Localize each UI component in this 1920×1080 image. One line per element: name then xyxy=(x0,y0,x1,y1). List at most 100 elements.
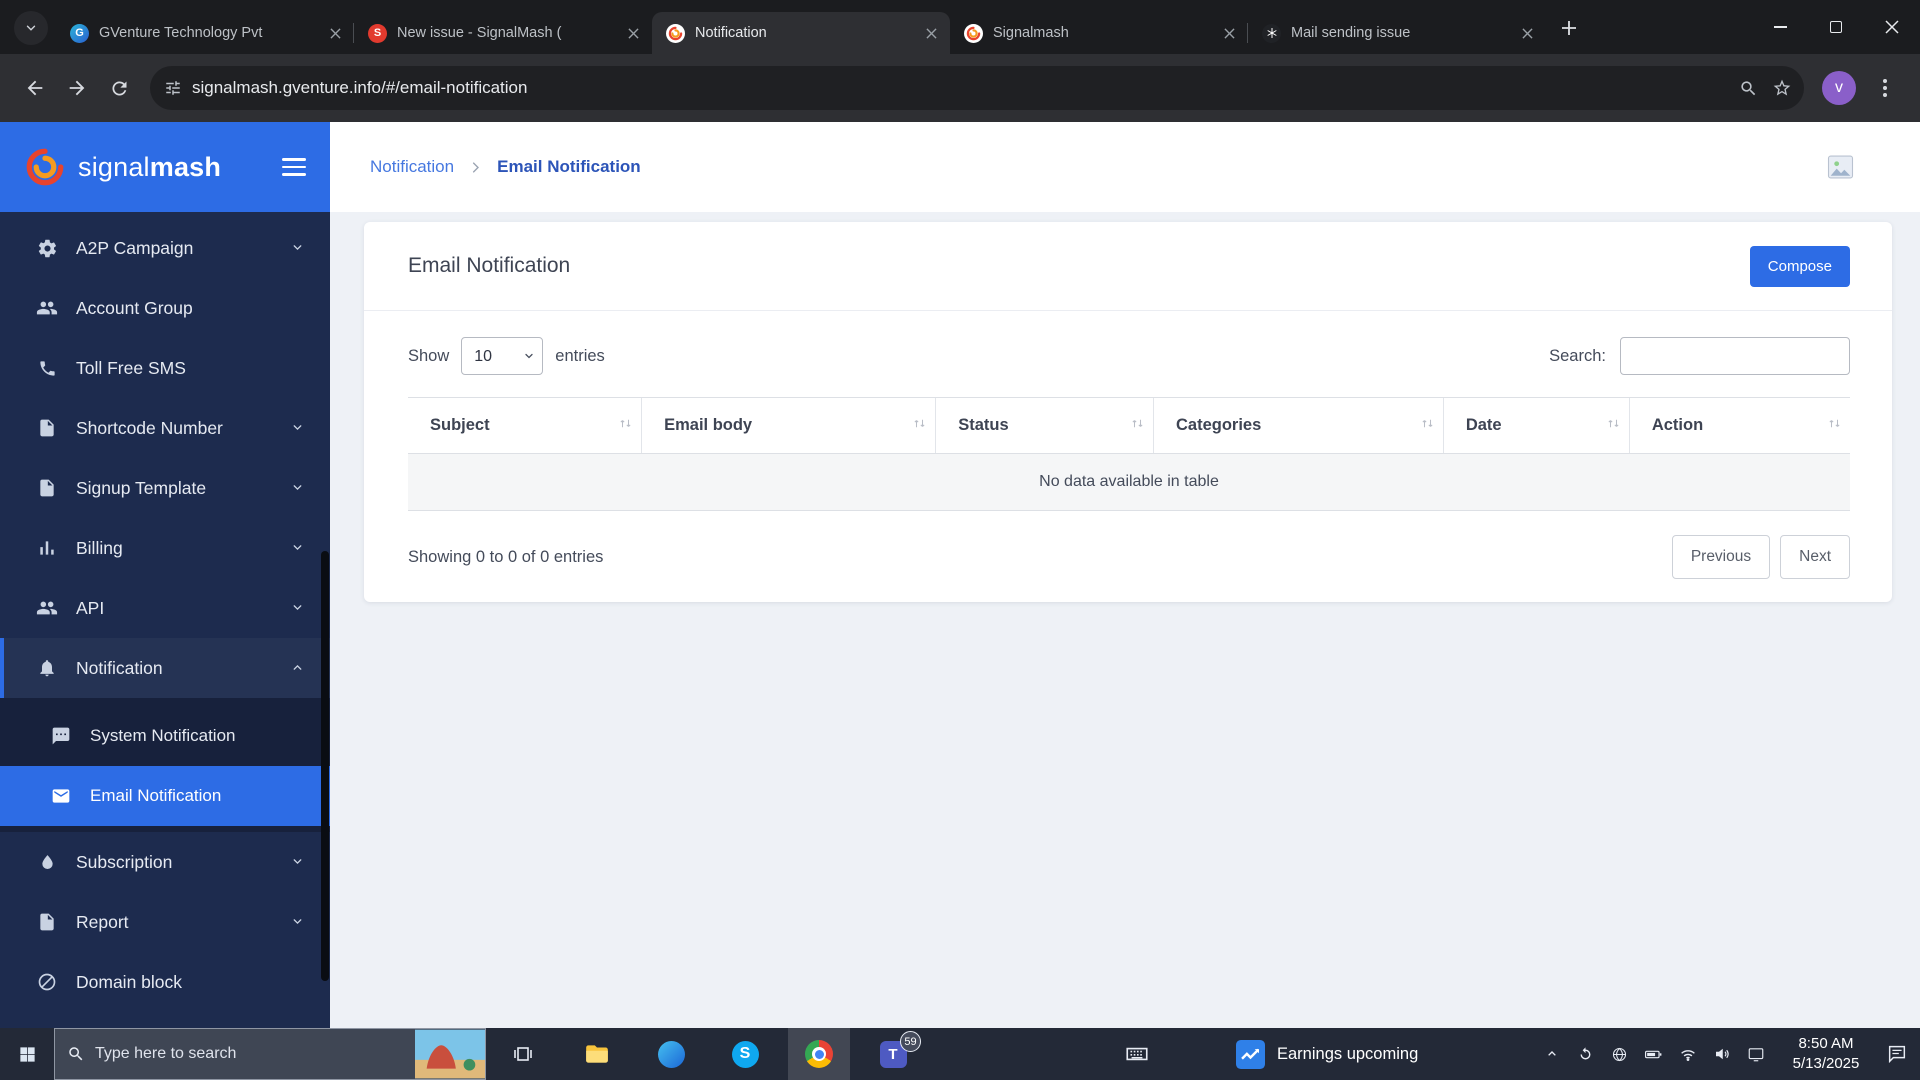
site-info-icon[interactable] xyxy=(164,79,182,97)
taskbar-search-box[interactable] xyxy=(54,1028,486,1080)
sidebar-item-api[interactable]: API xyxy=(0,578,330,638)
bell-icon xyxy=(36,657,58,679)
column-header-date[interactable]: Date xyxy=(1443,398,1629,454)
sidebar-item-label: Billing xyxy=(76,538,123,559)
signalmash-red-favicon-icon: S xyxy=(368,24,387,43)
sidebar-item-domain-block[interactable]: Domain block xyxy=(0,952,330,1012)
action-center-button[interactable] xyxy=(1883,1041,1910,1068)
profile-image-icon[interactable] xyxy=(1827,155,1854,179)
browser-tab-signalmash[interactable]: Signalmash xyxy=(950,12,1248,54)
new-tab-button[interactable] xyxy=(1552,11,1586,45)
url-text: signalmash.gventure.info/#/email-notific… xyxy=(192,78,1739,98)
tab-close-icon[interactable] xyxy=(1516,22,1538,44)
chevron-down-icon xyxy=(291,538,304,559)
network-globe-icon[interactable] xyxy=(1606,1041,1633,1068)
taskbar-search-input[interactable] xyxy=(95,1045,415,1063)
omnibox-actions xyxy=(1739,78,1792,98)
volume-icon[interactable] xyxy=(1708,1041,1735,1068)
browser-tab-new-issue[interactable]: S New issue - SignalMash ( xyxy=(354,12,652,54)
task-view-button[interactable] xyxy=(492,1028,554,1080)
tab-close-icon[interactable] xyxy=(324,22,346,44)
column-header-status[interactable]: Status xyxy=(936,398,1154,454)
email-notification-card: Email Notification Compose Show 10 entri… xyxy=(364,222,1892,602)
sort-icon xyxy=(1420,416,1435,436)
sidebar-item-billing[interactable]: Billing xyxy=(0,518,330,578)
browser-profile-avatar[interactable]: v xyxy=(1822,71,1856,105)
update-tray-icon[interactable] xyxy=(1572,1041,1599,1068)
sidebar-item-email-notification[interactable]: Email Notification xyxy=(0,766,330,826)
teams-button[interactable]: T 59 xyxy=(862,1028,924,1080)
sidebar-item-a2p-campaign[interactable]: A2P Campaign xyxy=(0,218,330,278)
clock-date: 5/13/2025 xyxy=(1776,1054,1876,1074)
hamburger-menu-icon[interactable] xyxy=(282,158,306,176)
browser-menu-button[interactable] xyxy=(1864,79,1906,97)
wifi-icon[interactable] xyxy=(1674,1041,1701,1068)
sidebar-item-notification[interactable]: Notification xyxy=(0,638,330,698)
start-button[interactable] xyxy=(0,1028,54,1080)
tab-title: Signalmash xyxy=(993,25,1218,41)
gear-icon xyxy=(36,237,58,259)
column-header-categories[interactable]: Categories xyxy=(1153,398,1443,454)
file-explorer-button[interactable] xyxy=(566,1028,628,1080)
browser-toolbar: signalmash.gventure.info/#/email-notific… xyxy=(0,54,1920,122)
window-maximize-button[interactable] xyxy=(1808,0,1864,54)
sidebar-item-report[interactable]: Report xyxy=(0,892,330,952)
sidebar-item-system-notification[interactable]: System Notification xyxy=(0,706,330,766)
breadcrumb-parent[interactable]: Notification xyxy=(370,157,454,177)
browser-tab-mail-issue[interactable]: Mail sending issue xyxy=(1248,12,1546,54)
tab-close-icon[interactable] xyxy=(920,22,942,44)
column-header-subject[interactable]: Subject xyxy=(408,398,642,454)
users-icon xyxy=(36,297,58,319)
card-footer: Showing 0 to 0 of 0 entries Previous Nex… xyxy=(364,511,1892,579)
tablet-icon[interactable] xyxy=(1742,1041,1769,1068)
sidebar-item-toll-free-sms[interactable]: Toll Free SMS xyxy=(0,338,330,398)
chevron-down-icon xyxy=(291,418,304,439)
sidebar-item-label: API xyxy=(76,598,104,619)
table-wrap: Subject Email body Status Categories Dat… xyxy=(408,397,1850,511)
sort-icon xyxy=(1606,416,1621,436)
column-header-action[interactable]: Action xyxy=(1629,398,1850,454)
bookmark-star-icon[interactable] xyxy=(1772,78,1792,98)
chrome-button[interactable] xyxy=(788,1028,850,1080)
battery-icon[interactable] xyxy=(1640,1041,1667,1068)
reload-button[interactable] xyxy=(98,67,140,109)
forward-button[interactable] xyxy=(56,67,98,109)
window-controls xyxy=(1752,0,1920,54)
search-highlight-image[interactable] xyxy=(415,1029,485,1079)
next-page-button[interactable]: Next xyxy=(1780,535,1850,579)
tab-close-icon[interactable] xyxy=(1218,22,1240,44)
tab-close-icon[interactable] xyxy=(622,22,644,44)
sidebar-scrollbar-thumb[interactable] xyxy=(321,551,329,981)
address-bar[interactable]: signalmash.gventure.info/#/email-notific… xyxy=(150,66,1804,110)
sidebar-item-shortcode-number[interactable]: Shortcode Number xyxy=(0,398,330,458)
browser-tab-notification-active[interactable]: Notification xyxy=(652,12,950,54)
logo-block: signalmash xyxy=(0,122,330,212)
sidebar-item-signup-template[interactable]: Signup Template xyxy=(0,458,330,518)
empty-table-row: No data available in table xyxy=(408,454,1850,511)
sidebar-item-label: Account Group xyxy=(76,298,193,319)
table-search-input[interactable] xyxy=(1620,337,1850,375)
touch-keyboard-button[interactable] xyxy=(1108,1028,1166,1080)
edge-button[interactable] xyxy=(640,1028,702,1080)
previous-page-button[interactable]: Previous xyxy=(1672,535,1770,579)
tab-search-button[interactable] xyxy=(14,11,48,45)
widgets-button[interactable]: Earnings upcoming xyxy=(1226,1028,1428,1080)
task-view-icon xyxy=(511,1042,535,1066)
sidebar-item-subscription[interactable]: Subscription xyxy=(0,832,330,892)
compose-button[interactable]: Compose xyxy=(1750,246,1850,287)
page-size-select[interactable]: 10 xyxy=(461,337,543,375)
skype-button[interactable]: S xyxy=(714,1028,776,1080)
window-close-button[interactable] xyxy=(1864,0,1920,54)
file-icon xyxy=(36,911,58,933)
sidebar: signalmash A2P Campaign Account Group To… xyxy=(0,122,330,1028)
zoom-icon[interactable] xyxy=(1739,79,1758,98)
column-header-email-body[interactable]: Email body xyxy=(642,398,936,454)
browser-tab-gventure[interactable]: G GVenture Technology Pvt xyxy=(56,12,354,54)
back-button[interactable] xyxy=(14,67,56,109)
clock-time: 8:50 AM xyxy=(1776,1034,1876,1054)
window-minimize-button[interactable] xyxy=(1752,0,1808,54)
sidebar-item-label: System Notification xyxy=(90,726,236,746)
taskbar-clock[interactable]: 8:50 AM 5/13/2025 xyxy=(1776,1034,1876,1075)
tray-expand-button[interactable] xyxy=(1538,1041,1565,1068)
sidebar-item-account-group[interactable]: Account Group xyxy=(0,278,330,338)
